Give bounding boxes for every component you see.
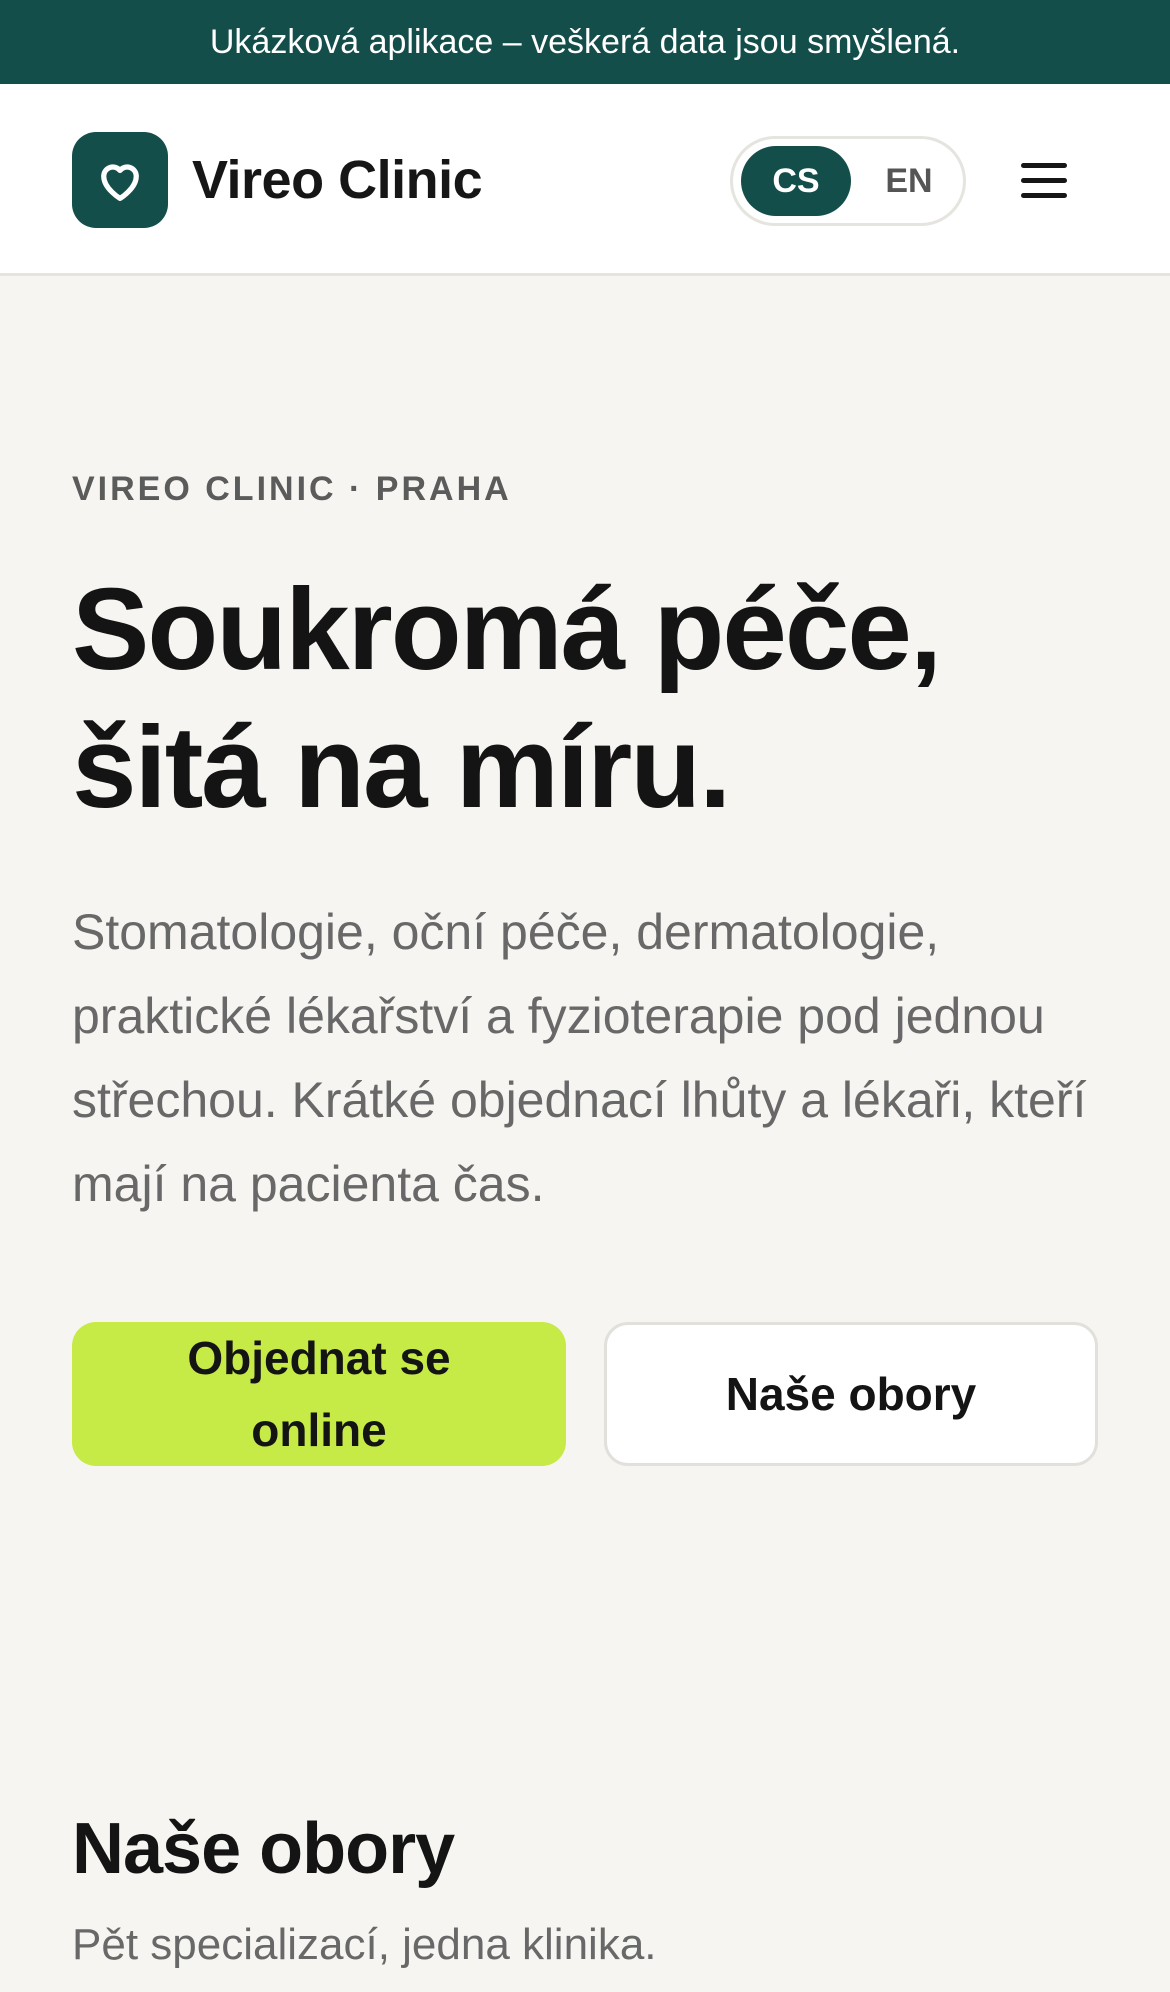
hamburger-menu-icon[interactable] (1012, 152, 1076, 208)
logo[interactable] (72, 132, 168, 228)
brand-name[interactable]: Vireo Clinic (192, 144, 483, 216)
hero-title: Soukromá péče, šitá na míru. (72, 560, 1112, 836)
hero-title-line-2: šitá na míru. (72, 702, 731, 832)
hero-eyebrow: VIREO CLINIC · PRAHA (72, 470, 512, 508)
heart-icon (101, 164, 139, 202)
our-specialties-button[interactable]: Naše obory (604, 1322, 1098, 1466)
site-header: Vireo Clinic CS EN (0, 84, 1170, 276)
hero-description: Stomatologie, oční péče, dermatologie, p… (72, 904, 1087, 1212)
demo-banner-text: Ukázková aplikace – veškerá data jsou sm… (209, 22, 961, 61)
lang-cs-button[interactable]: CS (741, 146, 851, 216)
hero-title-line-1: Soukromá péče, (72, 564, 942, 694)
specialties-title: Naše obory (72, 1809, 455, 1889)
specialties-subtitle: Pět specializací, jedna klinika. (72, 1920, 657, 1969)
language-switcher: CS EN (730, 136, 966, 226)
lang-en-button[interactable]: EN (861, 146, 957, 216)
menu-line (1021, 192, 1067, 198)
demo-banner: Ukázková aplikace – veškerá data jsou sm… (0, 0, 1170, 84)
menu-line (1021, 162, 1067, 168)
book-online-button[interactable]: Objednat se online (72, 1322, 566, 1466)
menu-line (1021, 177, 1067, 183)
